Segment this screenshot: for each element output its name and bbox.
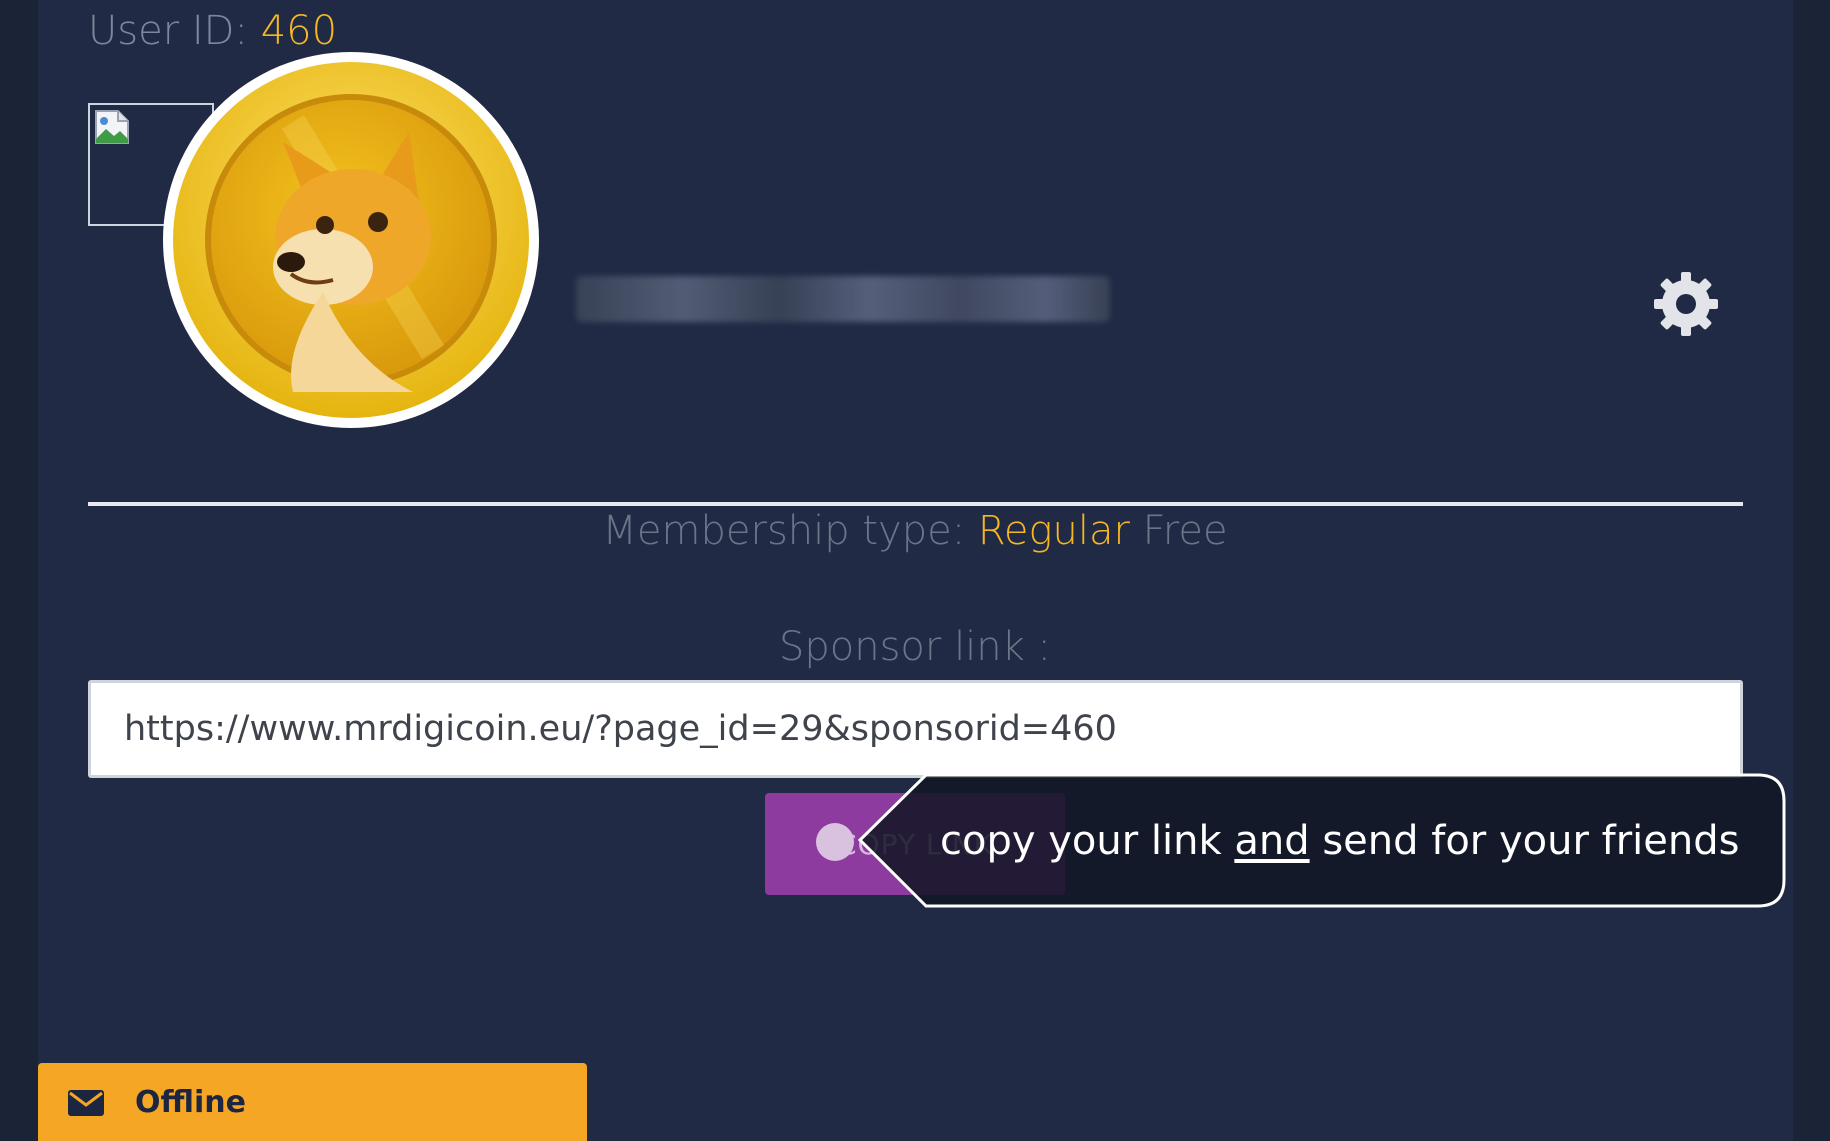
sponsor-link-value: https://www.mrdigicoin.eu/?page_id=29&sp… (124, 709, 1117, 749)
broken-image-icon (95, 110, 129, 144)
tutorial-tooltip: copy your link and send for your friends (858, 773, 1788, 908)
click-ripple (816, 823, 854, 861)
avatar[interactable] (163, 52, 539, 428)
membership-label: Membership type: (602, 508, 966, 554)
membership-plan: Free (1142, 508, 1228, 554)
user-id-value: 460 (260, 8, 338, 54)
mail-icon (68, 1090, 104, 1116)
tooltip-text-underlined: and (1234, 817, 1310, 864)
divider (88, 502, 1743, 506)
sponsor-link-field[interactable]: https://www.mrdigicoin.eu/?page_id=29&sp… (88, 680, 1743, 778)
user-id-label: User ID: (88, 8, 248, 54)
sponsor-link-label: Sponsor link : (778, 624, 1051, 670)
username-blurred (576, 276, 1110, 322)
page-frame: User ID: 460 Membership type: Regular Fr… (0, 0, 1830, 1141)
chat-status-label: Offline (135, 1084, 246, 1120)
tooltip-text: copy your link and send for your friends (940, 773, 1780, 908)
gear-icon[interactable] (1650, 268, 1722, 340)
membership-type: Membership type: Regular Free (0, 508, 1830, 554)
user-id: User ID: 460 (88, 8, 337, 54)
chat-offline-bar[interactable]: Offline (38, 1063, 587, 1141)
dogecoin-icon (173, 62, 529, 418)
tooltip-text-after: send for your friends (1322, 817, 1740, 864)
membership-tier: Regular (977, 508, 1130, 554)
tooltip-text-before: copy your link (940, 817, 1222, 864)
